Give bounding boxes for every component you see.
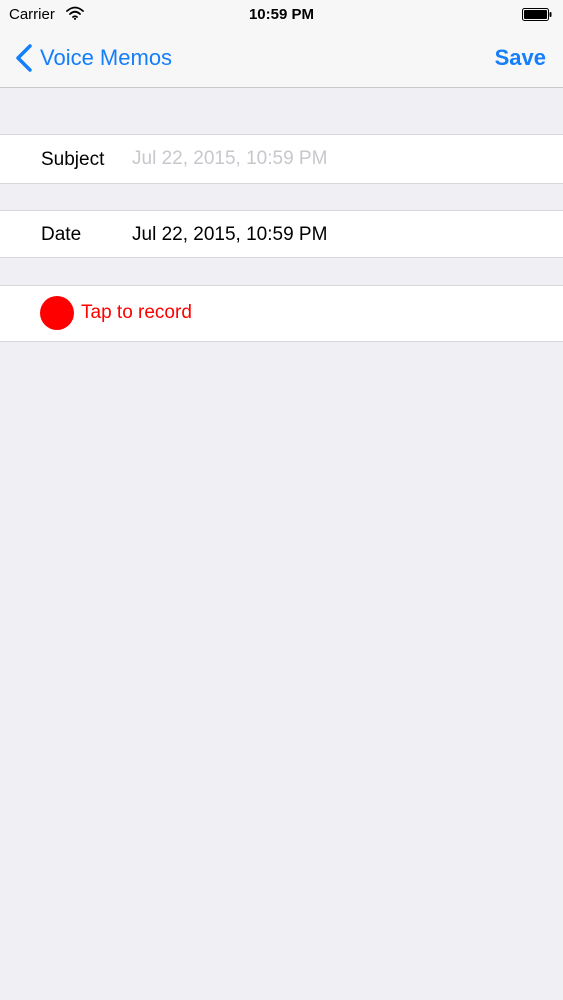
subject-row: Subject [0, 134, 563, 184]
record-label: Tap to record [81, 302, 192, 323]
date-label: Date [41, 224, 82, 245]
record-row: Tap to record [0, 285, 563, 342]
chevron-left-icon [16, 44, 32, 72]
date-value: Jul 22, 2015, 10:59 PM [132, 224, 328, 245]
back-button-label: Voice Memos [40, 45, 173, 70]
date-row[interactable]: Date Jul 22, 2015, 10:59 PM [0, 210, 563, 258]
battery-icon [522, 8, 552, 21]
subject-label: Subject [41, 149, 105, 170]
record-dot-icon [40, 296, 74, 330]
status-time: 10:59 PM [248, 6, 315, 23]
back-button[interactable]: Voice Memos [14, 42, 172, 74]
subject-input[interactable] [132, 145, 532, 173]
navigation-bar: Voice Memos Save [0, 30, 563, 88]
status-bar: Carrier 10:59 PM [0, 0, 563, 30]
record-button[interactable]: Tap to record [40, 296, 192, 330]
save-button[interactable]: Save [495, 45, 546, 71]
